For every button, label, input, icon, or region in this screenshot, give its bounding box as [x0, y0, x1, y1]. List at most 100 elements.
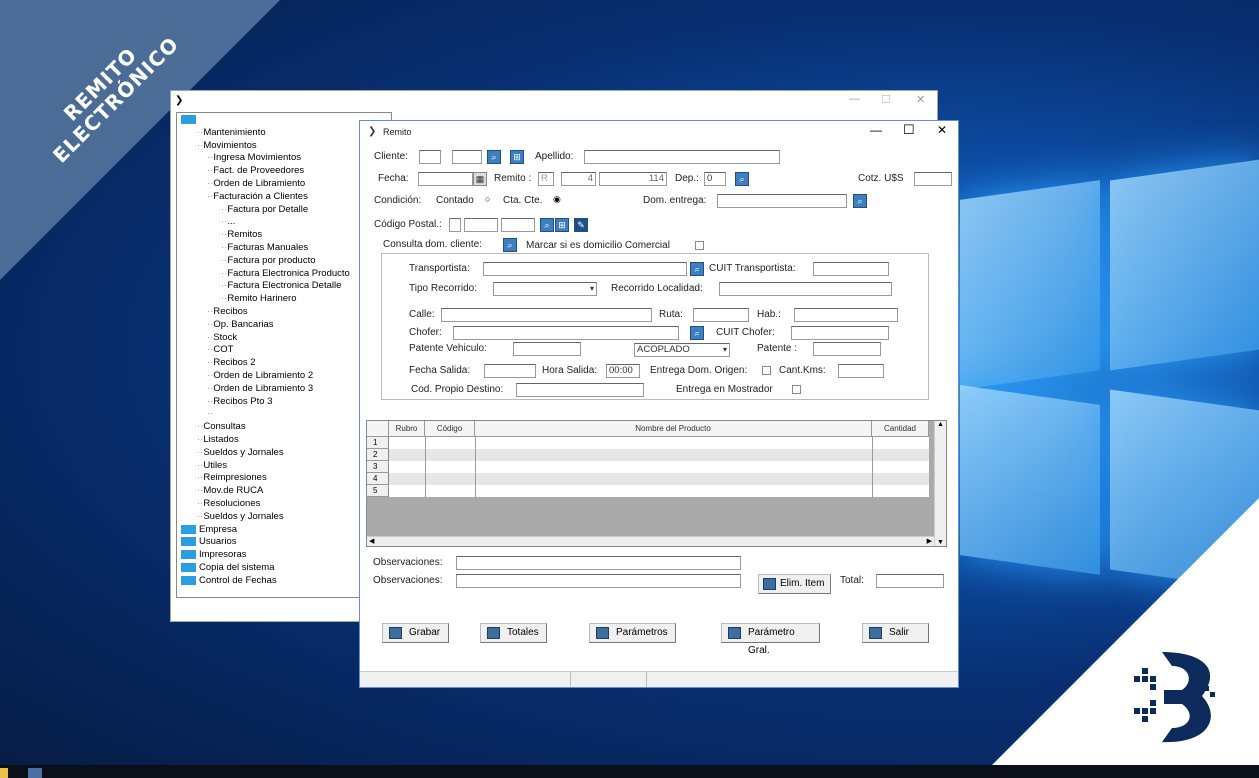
minimize-button[interactable]: — [870, 123, 882, 137]
transportista-input[interactable] [483, 262, 687, 276]
edit-cp-icon[interactable]: ✎ [574, 218, 588, 232]
tree-item[interactable]: ··Orden de Libramiento [207, 178, 305, 190]
tree-item[interactable]: ··Resoluciones [197, 498, 260, 510]
cp-number-input[interactable] [464, 218, 498, 232]
grid-horizontal-scrollbar[interactable]: ◀ ▶ [367, 536, 934, 546]
tree-item[interactable]: ··Reimpresiones [197, 472, 267, 484]
patente-vehiculo-input[interactable] [513, 342, 581, 356]
tree-folder-item[interactable]: Empresa [181, 524, 237, 536]
tree-item[interactable]: ··Stock [207, 332, 237, 344]
table-row[interactable]: 4 [367, 473, 929, 485]
observaciones-input-1[interactable] [456, 556, 741, 570]
back-minimize-button[interactable]: — [849, 93, 860, 105]
products-grid[interactable]: Rubro Código Nombre del Producto Cantida… [366, 420, 947, 547]
grid-cp-icon[interactable]: ⊞ [555, 218, 569, 232]
close-button[interactable]: ✕ [937, 123, 947, 137]
table-row[interactable]: 3 [367, 461, 929, 473]
tree-item[interactable]: ··Consultas [197, 421, 246, 433]
tree-item[interactable]: ··Orden de Libramiento 3 [207, 383, 313, 395]
cp-prefix-input[interactable] [449, 218, 461, 232]
tree-item[interactable]: ··Factura Electronica Detalle [221, 280, 341, 292]
back-close-button[interactable]: ✕ [916, 93, 925, 106]
column-header-codigo[interactable]: Código [425, 421, 475, 437]
cod-propio-destino-input[interactable] [516, 383, 644, 397]
patente-input[interactable] [813, 342, 881, 356]
search-transportista-icon[interactable]: ⌕ [690, 262, 704, 276]
cliente-code-input[interactable] [419, 150, 441, 164]
tree-item[interactable]: ··Listados [197, 434, 239, 446]
cta-cte-radio[interactable]: ◉ [553, 194, 561, 205]
cant-kms-input[interactable] [838, 364, 884, 378]
search-cliente-icon[interactable]: ⌕ [487, 150, 501, 164]
tree-folder-item[interactable] [181, 114, 199, 126]
search-dom-icon[interactable]: ⌕ [853, 194, 867, 208]
tipo-recorrido-select[interactable]: ▾ [493, 282, 597, 296]
fecha-input[interactable] [418, 172, 473, 186]
tree-item[interactable]: ··Facturas Manuales [221, 242, 308, 254]
tree-item[interactable]: ··Orden de Libramiento 2 [207, 370, 313, 382]
total-input[interactable] [876, 574, 944, 588]
dep-input[interactable]: 0 [704, 172, 726, 186]
tree-item[interactable]: ··Sueldos y Jornales [197, 447, 284, 459]
contado-radio[interactable]: ○ [485, 194, 490, 204]
remito-punto-input[interactable]: 4 [561, 172, 596, 186]
remito-numero-input[interactable]: 114 [599, 172, 667, 186]
calle-input[interactable] [441, 308, 652, 322]
tree-item[interactable]: ··... [221, 216, 235, 228]
tree-item[interactable]: ·· [207, 408, 213, 420]
acoplado-select[interactable]: ACOPLADO ▾ [634, 343, 730, 357]
tree-item[interactable]: ··Factura por Detalle [221, 204, 308, 216]
tree-item[interactable]: ··Recibos 2 [207, 357, 256, 369]
tree-item[interactable]: ··Op. Bancarias [207, 319, 274, 331]
maximize-button[interactable]: ☐ [903, 122, 915, 138]
grid-vertical-scrollbar[interactable]: ▲ ▼ [934, 421, 946, 546]
observaciones-input-2[interactable] [456, 574, 741, 588]
tree-item[interactable]: ··Facturación a Clientes [207, 191, 308, 203]
tree-folder-item[interactable]: Impresoras [181, 549, 247, 561]
cliente-number-input[interactable] [452, 150, 482, 164]
table-row[interactable]: 2 [367, 449, 929, 461]
cuit-chofer-input[interactable] [791, 326, 889, 340]
consulta-dom-icon[interactable]: ⌕ [503, 238, 517, 252]
totales-button[interactable]: Totales [480, 623, 547, 643]
search-cp-icon[interactable]: ⌕ [540, 218, 554, 232]
search-dep-icon[interactable]: ⌕ [735, 172, 749, 186]
recorrido-localidad-input[interactable] [719, 282, 892, 296]
cp-suffix-input[interactable] [501, 218, 535, 232]
tree-item[interactable]: ··Remito Harinero [221, 293, 297, 305]
remito-letter-input[interactable]: R [538, 172, 554, 186]
elim-item-button[interactable]: Elim. Item [758, 574, 831, 594]
cuit-transportista-input[interactable] [813, 262, 889, 276]
search-chofer-icon[interactable]: ⌕ [690, 326, 704, 340]
grid-cliente-icon[interactable]: ⊞ [510, 150, 524, 164]
fecha-salida-input[interactable] [484, 364, 536, 378]
folder-taskbar-icon[interactable] [0, 768, 8, 778]
salir-button[interactable]: Salir [862, 623, 929, 643]
tree-item[interactable]: ··Recibos [207, 306, 248, 318]
column-header-cantidad[interactable]: Cantidad [872, 421, 929, 437]
dom-entrega-input[interactable] [717, 194, 847, 208]
cotz-input[interactable] [914, 172, 952, 186]
tree-item[interactable]: ··Recibos Pto 3 [207, 396, 272, 408]
app-taskbar-icon[interactable] [28, 768, 42, 778]
tree-item[interactable]: ··Movimientos [197, 140, 257, 152]
parametros-button[interactable]: Parámetros [589, 623, 676, 643]
parametro-gral-button[interactable]: Parámetro Gral. [721, 623, 820, 656]
tree-item[interactable]: ··Factura Electronica Producto [221, 268, 350, 280]
table-row[interactable]: 1 [367, 437, 929, 449]
tree-item[interactable]: ··Mov.de RUCA [197, 485, 263, 497]
column-header-nombre[interactable]: Nombre del Producto [475, 421, 872, 437]
hora-salida-input[interactable]: 00:00 [606, 364, 640, 378]
ruta-input[interactable] [693, 308, 749, 322]
tree-folder-item[interactable]: Copia del sistema [181, 562, 275, 574]
tree-item[interactable]: ··Mantenimiento [197, 127, 266, 139]
entrega-mostrador-checkbox[interactable] [792, 385, 801, 394]
hab-input[interactable] [794, 308, 898, 322]
comercial-checkbox[interactable] [695, 241, 704, 250]
tree-item[interactable]: ··Remitos [221, 229, 262, 241]
grabar-button[interactable]: Grabar [382, 623, 449, 643]
apellido-input[interactable] [584, 150, 780, 164]
tree-folder-item[interactable]: Usuarios [181, 536, 237, 548]
back-maximize-button[interactable]: ☐ [881, 93, 891, 106]
tree-item[interactable]: ··Factura por producto [221, 255, 316, 267]
